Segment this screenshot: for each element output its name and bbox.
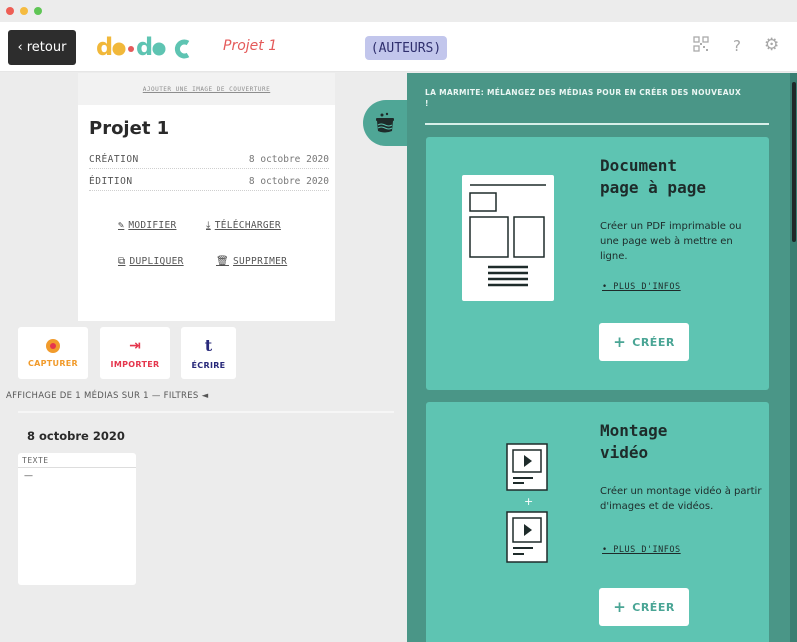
media-content: — (24, 471, 33, 481)
capture-button[interactable]: CAPTURER (18, 327, 88, 379)
creation-row: CRÉATION 8 octobre 2020 (89, 151, 329, 169)
more-info-link[interactable]: • PLUS D'INFOS (602, 545, 681, 555)
trash-icon: 🗑 (216, 256, 229, 267)
recipe-card-document: Document page à page Créer un PDF imprim… (426, 137, 769, 390)
back-label: retour (26, 40, 67, 55)
more-info-link[interactable]: • PLUS D'INFOS (602, 282, 681, 292)
project-title: Projet 1 (89, 118, 170, 139)
settings-icon[interactable]: ⚙ (764, 35, 779, 55)
help-icon[interactable]: ? (733, 37, 741, 55)
write-label: ÉCRIRE (191, 361, 226, 370)
svg-text:d: d (136, 34, 153, 60)
download-label: TÉLÉCHARGER (214, 220, 281, 231)
date-heading: 8 octobre 2020 (27, 429, 125, 443)
media-filter-toggle[interactable]: AFFICHAGE DE 1 MÉDIAS SUR 1 — FILTRES ◄ (6, 391, 208, 401)
video-illustration: + (506, 442, 550, 566)
recipe-description: Créer un PDF imprimable ou une page web … (600, 221, 742, 262)
download-icon: ⤓ (206, 220, 211, 231)
app-window: ‹ retour d d Projet 1 (AUTEURS) ? ⚙ AJOU… (0, 0, 797, 642)
divider (425, 123, 769, 125)
title-bar (0, 0, 797, 22)
media-card[interactable]: TEXTE — (18, 453, 136, 585)
recipe-title-line: Document (600, 156, 678, 175)
plus-icon: + (613, 333, 627, 351)
back-button[interactable]: ‹ retour (8, 30, 76, 65)
delete-label: SUPPRIMER (233, 256, 288, 267)
plus-icon: + (613, 598, 627, 616)
cauldron-icon (376, 112, 394, 133)
import-icon: ⇥ (129, 337, 141, 354)
qr-code-icon[interactable] (693, 36, 709, 56)
zoom-window-button[interactable] (34, 7, 42, 15)
divider (18, 467, 136, 468)
close-window-button[interactable] (6, 7, 14, 15)
duplicate-label: DUPLIQUER (129, 256, 184, 267)
edition-label: ÉDITION (89, 176, 133, 187)
import-label: IMPORTER (110, 359, 160, 369)
project-name[interactable]: Projet 1 (223, 38, 277, 54)
chevron-left-icon: ‹ (17, 40, 23, 55)
project-meta-card: AJOUTER UNE IMAGE DE COUVERTURE Projet 1… (78, 73, 335, 321)
duplicate-button[interactable]: ⧉ DUPLIQUER (118, 256, 184, 267)
dodoc-logo[interactable]: d d (96, 34, 206, 60)
marmite-title: LA MARMITE: MÉLANGEZ DES MÉDIAS POUR EN … (425, 88, 742, 108)
edit-label: MODIFIER (128, 220, 177, 231)
recipe-title-line: page à page (600, 178, 706, 197)
duplicate-icon: ⧉ (118, 256, 126, 267)
edition-date: 8 octobre 2020 (248, 176, 329, 187)
recipe-title-line: vidéo (600, 443, 649, 462)
text-icon: t (204, 336, 213, 355)
svg-text:d: d (96, 34, 113, 60)
write-button[interactable]: t ÉCRIRE (181, 327, 236, 379)
divider (18, 411, 394, 413)
recipe-title-line: Montage (600, 421, 668, 440)
recipe-card-video: + Montage vidéo Créer un montage vidéo à… (426, 402, 769, 642)
authors-button[interactable]: (AUTEURS) (365, 36, 447, 60)
minimize-window-button[interactable] (20, 7, 28, 15)
pencil-icon: ✎ (118, 220, 125, 231)
import-button[interactable]: ⇥ IMPORTER (100, 327, 170, 379)
project-pane: AJOUTER UNE IMAGE DE COUVERTURE Projet 1… (0, 73, 407, 642)
edit-button[interactable]: ✎ MODIFIER (118, 220, 176, 231)
recipe-description: Créer un montage vidéo à partir d'images… (600, 486, 762, 512)
top-bar: ‹ retour d d Projet 1 (AUTEURS) ? ⚙ (0, 22, 797, 72)
creation-date: 8 octobre 2020 (248, 154, 329, 165)
create-label: CRÉER (632, 600, 675, 614)
marmite-pane: LA MARMITE: MÉLANGEZ DES MÉDIAS POUR EN … (407, 73, 797, 642)
create-document-button[interactable]: + CRÉER (599, 323, 689, 361)
add-cover-image-button[interactable]: AJOUTER UNE IMAGE DE COUVERTURE (78, 73, 335, 105)
marmite-toggle-tab[interactable] (363, 100, 411, 146)
creation-label: CRÉATION (89, 154, 139, 165)
create-video-button[interactable]: + CRÉER (599, 588, 689, 626)
delete-button[interactable]: 🗑 SUPPRIMER (216, 256, 287, 267)
download-button[interactable]: ⤓ TÉLÉCHARGER (206, 220, 281, 231)
media-type-label: TEXTE (22, 456, 49, 465)
record-icon (46, 338, 60, 353)
create-label: CRÉER (632, 335, 675, 349)
scrollbar-thumb[interactable] (792, 82, 796, 242)
document-illustration (462, 175, 554, 301)
edition-row: ÉDITION 8 octobre 2020 (89, 173, 329, 191)
svg-text:+: + (524, 495, 533, 508)
recipe-title: Document page à page (600, 155, 760, 199)
capture-label: CAPTURER (27, 358, 79, 368)
recipe-title: Montage vidéo (600, 420, 760, 464)
